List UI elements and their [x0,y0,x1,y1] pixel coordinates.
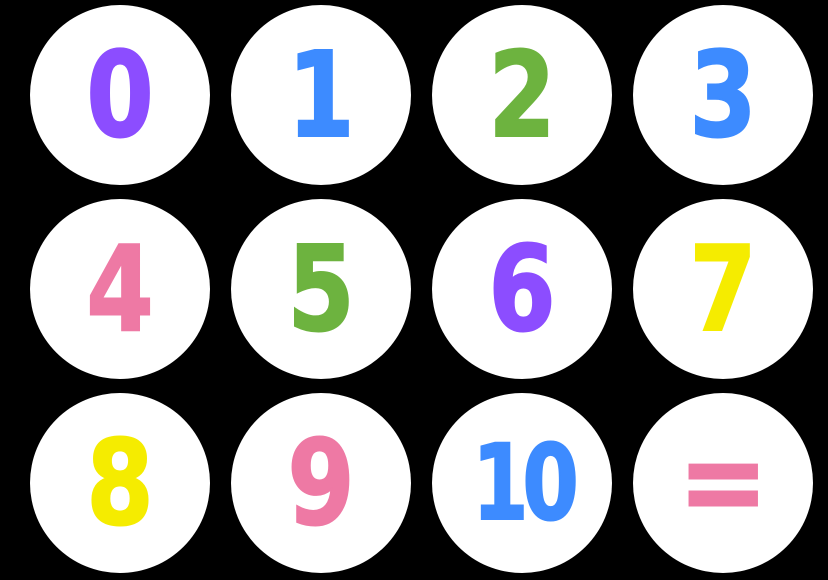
tile-label: 2 [488,26,557,164]
tile-number-2[interactable]: 2 [432,5,612,185]
tile-label: 10 [471,422,579,544]
tile-equals-sign[interactable]: = [633,393,813,573]
tile-number-10[interactable]: 10 [432,393,612,573]
tile-number-9[interactable]: 9 [231,393,411,573]
tile-label: 8 [86,414,155,552]
tile-label: 0 [86,26,155,164]
tile-number-5[interactable]: 5 [231,199,411,379]
tile-label: 9 [287,414,356,552]
number-board: 0 1 2 3 4 5 6 7 8 9 10 = [0,0,828,580]
tile-label: 5 [287,220,356,358]
tile-number-4[interactable]: 4 [30,199,210,379]
tile-number-3[interactable]: 3 [633,5,813,185]
tile-number-6[interactable]: 6 [432,199,612,379]
tile-label: 7 [689,220,758,358]
tile-label: 4 [86,220,155,358]
tile-label: = [677,413,769,552]
tile-number-0[interactable]: 0 [30,5,210,185]
tile-number-7[interactable]: 7 [633,199,813,379]
tile-label: 3 [689,26,758,164]
tile-number-1[interactable]: 1 [231,5,411,185]
tile-number-8[interactable]: 8 [30,393,210,573]
tile-label: 6 [488,220,557,358]
tile-label: 1 [287,26,356,164]
